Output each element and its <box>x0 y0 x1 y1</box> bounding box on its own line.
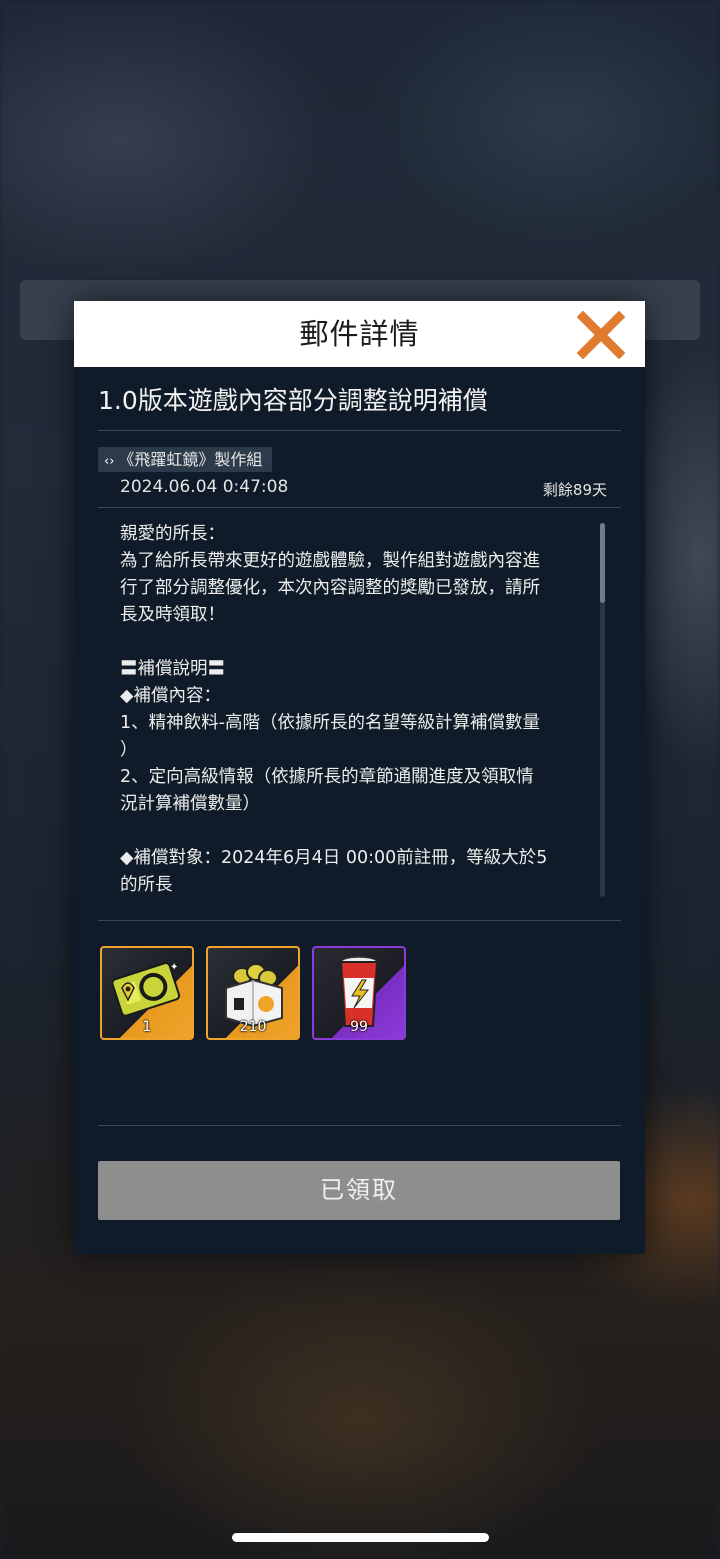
body-line: 〓補償說明〓 <box>120 659 225 679</box>
reward-count: 210 <box>239 1019 267 1035</box>
home-indicator[interactable] <box>232 1533 489 1542</box>
body-line: 2、定向高級情報（依據所長的章節通關進度及領取情 <box>120 767 534 787</box>
reward-item-gift-box[interactable]: 210 <box>206 946 300 1040</box>
mail-body[interactable]: 親愛的所長： 為了給所長帶來更好的遊戲體驗，製作組對遊戲內容進 行了部分調整優化… <box>120 521 580 911</box>
body-scrollbar[interactable] <box>600 523 605 897</box>
mail-subject: 1.0版本遊戲內容部分調整說明補償 <box>98 386 488 415</box>
double-chevron-icon: ‹› <box>104 454 115 469</box>
body-line: 行了部分調整優化，本次內容調整的獎勵已發放，請所 <box>120 578 540 598</box>
dialog-header: 郵件詳情 <box>74 301 645 367</box>
body-line: ◆補償內容： <box>120 686 221 706</box>
body-line: ） <box>120 740 138 760</box>
svg-text:✦: ✦ <box>170 962 178 973</box>
sender-tag: ‹› 《飛躍虹鏡》製作組 <box>98 447 273 472</box>
body-line: 長及時領取！ <box>120 605 225 625</box>
scroll-thumb[interactable] <box>600 523 605 603</box>
body-line: 為了給所長帶來更好的遊戲體驗，製作組對遊戲內容進 <box>120 551 540 571</box>
body-line: ◆補償對象：2024年6月4日 00:00前註冊，等級大於5 <box>120 848 548 868</box>
close-x-icon[interactable] <box>576 310 626 360</box>
divider <box>98 1125 621 1126</box>
dialog-title: 郵件詳情 <box>299 317 420 351</box>
divider <box>98 920 621 921</box>
mail-date: 2024.06.04 0:47:08 <box>120 477 289 497</box>
divider <box>98 507 621 508</box>
sender-name: 《飛躍虹鏡》製作組 <box>118 450 263 469</box>
reward-count: 1 <box>142 1019 152 1035</box>
body-line: 1、精神飲料-高階（依據所長的名望等級計算補償數量 <box>120 713 540 733</box>
reward-item-ticket[interactable]: ✦ 1 <box>100 946 194 1040</box>
mail-detail-dialog: 郵件詳情 1.0版本遊戲內容部分調整說明補償 ‹› 《飛躍虹鏡》製作組 2024.… <box>74 301 645 1254</box>
mail-expire-remaining: 剩餘89天 <box>542 481 607 499</box>
body-line <box>120 818 580 845</box>
body-line: 親愛的所長： <box>120 524 225 544</box>
divider <box>98 430 621 431</box>
body-line: 的所長 <box>120 875 173 895</box>
reward-item-drink[interactable]: 99 <box>312 946 406 1040</box>
reward-count: 99 <box>350 1019 368 1035</box>
body-line <box>120 629 580 656</box>
claim-button[interactable]: 已領取 <box>98 1161 620 1220</box>
body-line: 況計算補償數量） <box>120 794 260 814</box>
